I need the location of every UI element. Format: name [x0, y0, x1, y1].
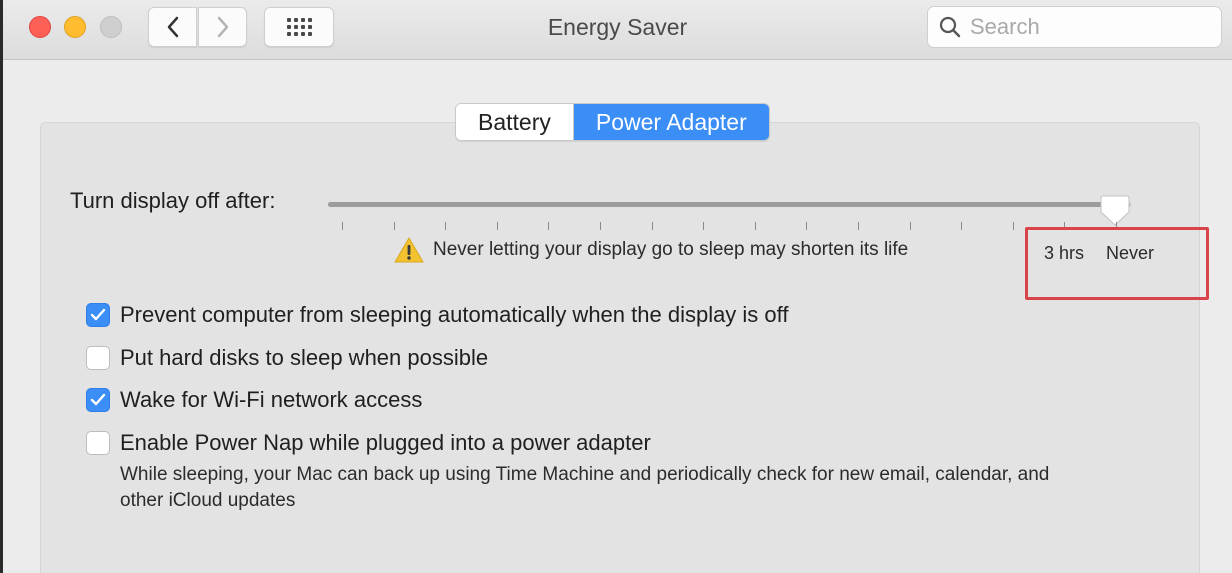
warning-text: Never letting your display go to sleep m… — [433, 239, 909, 260]
slider-tick — [754, 222, 756, 230]
power-source-tabs: Battery Power Adapter — [455, 103, 770, 141]
slider-tick — [496, 222, 498, 230]
slider-tick — [393, 222, 395, 230]
option-label: Put hard disks to sleep when possible — [120, 345, 489, 370]
title-bar: Energy Saver — [3, 0, 1232, 60]
option-prevent-sleep[interactable]: Prevent computer from sleeping automatic… — [86, 302, 789, 328]
slider-tick — [858, 222, 859, 230]
slider-tick — [961, 222, 963, 230]
search-input[interactable] — [970, 14, 1210, 40]
power-nap-description: While sleeping, your Mac can back up usi… — [120, 464, 1050, 511]
option-label: Enable Power Nap while plugged into a po… — [120, 430, 651, 455]
slider-tick — [909, 222, 911, 230]
highlight-annotation — [1025, 227, 1209, 300]
window-edge — [0, 0, 3, 573]
slider-thumb[interactable] — [1100, 194, 1130, 228]
checkmark-icon — [90, 393, 106, 406]
slider-tick — [548, 222, 550, 230]
checkmark-icon — [90, 308, 106, 321]
slider-fill — [328, 202, 1115, 207]
tab-battery[interactable]: Battery — [456, 104, 573, 140]
search-icon — [939, 16, 961, 38]
slider-tick — [600, 222, 601, 230]
display-sleep-slider[interactable] — [328, 202, 1131, 207]
tab-power-adapter[interactable]: Power Adapter — [572, 104, 769, 140]
warning-icon — [394, 237, 424, 263]
slider-tick — [806, 222, 808, 230]
option-power-nap[interactable]: Enable Power Nap while plugged into a po… — [86, 430, 651, 456]
slider-tick — [651, 222, 653, 230]
slider-tick — [342, 222, 343, 230]
display-sleep-label: Turn display off after: — [70, 188, 276, 213]
search-field[interactable] — [927, 6, 1222, 48]
sleep-warning: Never letting your display go to sleep m… — [393, 236, 908, 264]
power-nap-checkbox[interactable] — [86, 431, 110, 455]
option-label: Wake for Wi-Fi network access — [120, 387, 423, 412]
disk-sleep-checkbox[interactable] — [86, 346, 110, 370]
option-disk-sleep[interactable]: Put hard disks to sleep when possible — [86, 345, 488, 371]
slider-tick — [1012, 222, 1014, 230]
wake-wifi-checkbox[interactable] — [86, 388, 110, 412]
option-wake-wifi[interactable]: Wake for Wi-Fi network access — [86, 387, 422, 413]
slider-tick — [445, 222, 447, 230]
slider-tick — [703, 222, 705, 230]
prevent-sleep-checkbox[interactable] — [86, 303, 110, 327]
option-label: Prevent computer from sleeping automatic… — [120, 302, 789, 327]
